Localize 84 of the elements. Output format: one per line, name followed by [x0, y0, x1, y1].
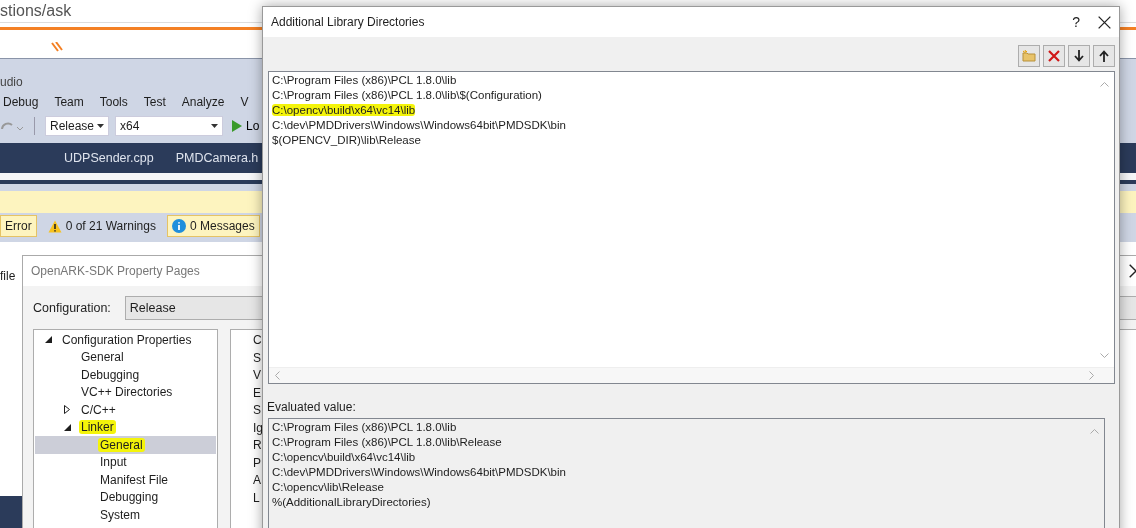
dialog-title: OpenARK-SDK Property Pages [31, 264, 200, 278]
tree-item-label: Debugging [80, 367, 141, 382]
property-name: A [253, 473, 261, 489]
tree-item[interactable]: VC++ Directories [35, 383, 216, 401]
tree-item-label: Debugging [99, 490, 160, 505]
tree-item[interactable]: Linker [35, 418, 216, 436]
tree-item-label: Configuration Properties [61, 332, 193, 347]
tree-item[interactable]: General [35, 348, 216, 366]
caret-icon [97, 124, 104, 128]
logo-icon [50, 42, 64, 52]
error-filter-button[interactable]: Error [0, 215, 37, 237]
property-name: R [253, 438, 262, 454]
tree-item[interactable]: C/C++ [35, 401, 216, 419]
menu-item[interactable]: Team [54, 95, 84, 109]
tree-item[interactable]: Configuration Properties [35, 331, 216, 349]
warning-icon [47, 219, 62, 233]
evaluated-label: Evaluated value: [266, 399, 357, 414]
arrow-down-icon [1074, 50, 1084, 62]
dialog-title: Additional Library Directories [271, 15, 425, 29]
directory-entry[interactable]: C:\dev\PMDDrivers\Windows\Windows64bit\PMDSDK\bin [272, 119, 566, 131]
evaluated-entry: C:\Program Files (x86)\PCL 1.8.0\lib\Release [272, 436, 502, 448]
close-icon[interactable] [1098, 15, 1111, 29]
text-fragment: file [0, 269, 16, 283]
tree-item[interactable]: System [35, 506, 216, 524]
move-up-button[interactable] [1093, 45, 1115, 67]
menu-item[interactable]: Test [143, 95, 166, 109]
directory-list[interactable]: C:\Program Files (x86)\PCL 1.8.0\lib C:\Program Files (x86)\PCL 1.8.0\lib\$(Configuration) C:\opencv\build\x64\vc14\lib C:\dev\PMDDrivers\Windows\Windows64bit\PMDSDK\bin $(OPENCV_DIR)\lib\Release [268, 71, 1115, 384]
info-filter-button[interactable]: 0 Messages [166, 215, 260, 237]
tree-item-label: VC++ Directories [80, 385, 174, 400]
tree-item[interactable]: Input [35, 453, 216, 471]
delete-button[interactable] [1043, 45, 1065, 67]
tree-item-label: General [80, 350, 125, 365]
configuration-label: Configuration: [33, 301, 111, 315]
delete-icon [1048, 50, 1060, 62]
window-title: udio [0, 75, 23, 89]
file-tab[interactable]: PMDCamera.h [173, 149, 261, 167]
tree-item-label: Linker [79, 420, 116, 435]
tree-item-label: C/C++ [80, 402, 117, 417]
evaluated-entry: C:\opencv\lib\Release [272, 481, 384, 493]
new-folder-icon [1022, 50, 1036, 62]
tree-item-label: System [99, 507, 141, 522]
property-name: L [253, 490, 260, 507]
directory-entry[interactable]: C:\Program Files (x86)\PCL 1.8.0\lib [272, 74, 457, 86]
menu-item[interactable]: Analyze [181, 95, 225, 109]
run-button[interactable]: Lo [246, 119, 260, 133]
property-name: V [253, 368, 261, 384]
property-name: S [253, 350, 261, 367]
collapse-arrow-icon[interactable] [64, 423, 71, 431]
move-down-button[interactable] [1068, 45, 1090, 67]
property-name: C [253, 333, 262, 349]
evaluated-entry: C:\Program Files (x86)\PCL 1.8.0\lib [272, 421, 457, 433]
help-button[interactable]: ? [1072, 14, 1080, 30]
file-tab[interactable]: UDPSender.cpp [62, 149, 156, 167]
configuration-dropdown[interactable]: Release [45, 116, 109, 136]
tree-item-label: General [98, 437, 145, 452]
menu-item[interactable]: V [240, 95, 249, 109]
menu-item[interactable]: Tools [99, 95, 128, 109]
scroll-down-icon[interactable] [1100, 353, 1109, 358]
property-name: E [253, 385, 261, 402]
evaluated-entry: C:\opencv\build\x64\vc14\lib [272, 451, 416, 463]
scroll-up-icon[interactable] [1100, 82, 1109, 87]
play-icon[interactable] [232, 120, 242, 132]
tree-item[interactable]: Debugging [35, 488, 216, 506]
property-name: P [253, 455, 261, 472]
directory-entry[interactable]: C:\Program Files (x86)\PCL 1.8.0\lib\$(Configuration) [272, 89, 542, 101]
tree-item[interactable]: General [35, 436, 216, 454]
arrow-up-icon [1099, 50, 1109, 62]
evaluated-entry: C:\dev\PMDDrivers\Windows\Windows64bit\PMDSDK\bin [272, 466, 566, 478]
platform-dropdown[interactable]: x64 [115, 116, 223, 136]
directory-entry[interactable]: $(OPENCV_DIR)\lib\Release [272, 134, 421, 146]
tree-item-label: Input [99, 455, 128, 470]
tree-item-label: Manifest File [99, 472, 170, 487]
tree-item[interactable]: Debugging [35, 366, 216, 384]
expand-arrow-icon[interactable] [64, 405, 70, 415]
warning-filter-button[interactable]: 0 of 21 Warnings [42, 215, 161, 237]
directory-entry[interactable]: C:\opencv\build\x64\vc14\lib [272, 104, 416, 116]
collapse-arrow-icon[interactable] [45, 336, 52, 344]
tree-item[interactable]: Manifest File [35, 471, 216, 489]
caret-icon [211, 124, 218, 128]
info-icon [171, 219, 186, 233]
property-name: S [253, 403, 261, 419]
property-name: Ig [253, 420, 263, 437]
evaluated-entry: %(AdditionalLibraryDirectories) [272, 496, 431, 508]
menu-item[interactable]: Debug [3, 95, 39, 109]
